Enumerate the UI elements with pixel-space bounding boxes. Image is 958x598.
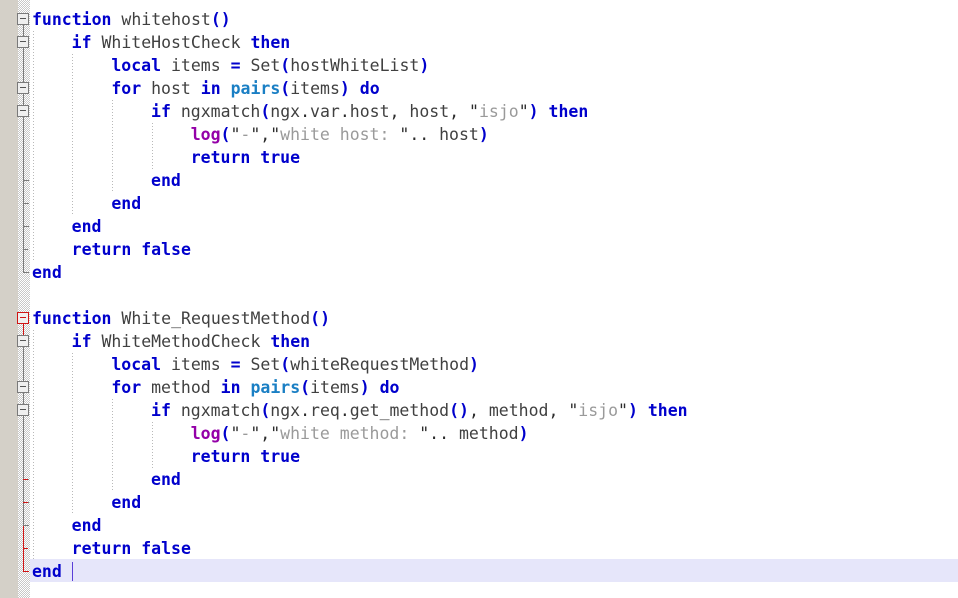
code-line[interactable]: local items = Set(hostWhiteList) <box>111 54 429 77</box>
code-surface[interactable]: function whitehost() if WhiteHostCheck th… <box>30 0 958 598</box>
fold-toggle-box[interactable] <box>17 82 29 94</box>
fold-minus-icon <box>20 41 26 42</box>
code-line[interactable]: function White_RequestMethod() <box>32 307 330 330</box>
code-line[interactable]: end <box>72 514 102 537</box>
fold-gutter[interactable] <box>0 0 30 598</box>
code-editor[interactable]: function whitehost() if WhiteHostCheck th… <box>0 0 958 598</box>
fold-minus-icon <box>20 87 26 88</box>
fold-toggle-box[interactable] <box>17 13 29 25</box>
indent-guide <box>151 123 153 169</box>
code-line[interactable]: for host in pairs(items) do <box>111 77 379 100</box>
code-line[interactable]: log("-","white method: ".. method) <box>191 422 529 445</box>
code-line[interactable]: end <box>32 560 62 583</box>
fold-minus-icon <box>20 317 26 318</box>
indent-guide <box>32 330 34 560</box>
fold-minus-icon <box>20 409 26 410</box>
indent-guide <box>32 31 34 261</box>
code-line[interactable]: end <box>151 468 181 491</box>
fold-branch-tick <box>23 479 28 480</box>
code-line[interactable]: end <box>32 261 62 284</box>
fold-end-elbow <box>23 571 29 572</box>
indent-guide <box>72 54 74 215</box>
fold-end-elbow <box>23 525 29 526</box>
gutter-background <box>0 0 18 598</box>
code-line[interactable]: end <box>111 192 141 215</box>
fold-toggle-box[interactable] <box>17 404 29 416</box>
fold-minus-icon <box>20 18 26 19</box>
fold-toggle-box[interactable] <box>17 36 29 48</box>
text-caret <box>71 562 73 581</box>
fold-toggle-box[interactable] <box>17 312 29 324</box>
code-line[interactable]: function whitehost() <box>32 8 231 31</box>
fold-branch-tick <box>23 548 28 549</box>
fold-connector-line <box>23 415 24 479</box>
code-line[interactable]: return false <box>72 238 191 261</box>
fold-minus-icon <box>20 110 26 111</box>
current-line-highlight <box>30 559 958 582</box>
fold-toggle-box[interactable] <box>17 381 29 393</box>
fold-branch-tick <box>23 502 28 503</box>
fold-minus-icon <box>20 386 26 387</box>
code-line[interactable]: log("-","white host: ".. host) <box>191 123 489 146</box>
fold-end-elbow <box>23 226 29 227</box>
fold-connector-line <box>23 116 24 180</box>
indent-guide <box>111 399 113 491</box>
code-line[interactable]: return true <box>191 146 300 169</box>
fold-branch-tick <box>23 249 28 250</box>
code-line[interactable]: if ngxmatch(ngx.var.host, host, "isjo") … <box>151 100 588 123</box>
indent-guide <box>151 422 153 468</box>
code-line[interactable]: end <box>111 491 141 514</box>
fold-minus-icon <box>20 340 26 341</box>
code-line[interactable]: if WhiteHostCheck then <box>72 31 291 54</box>
fold-end-elbow <box>23 272 29 273</box>
fold-branch-tick <box>23 180 28 181</box>
code-line[interactable]: return true <box>191 445 300 468</box>
indent-guide <box>111 100 113 192</box>
code-line[interactable]: end <box>151 169 181 192</box>
code-line[interactable]: local items = Set(whiteRequestMethod) <box>111 353 479 376</box>
fold-toggle-box[interactable] <box>17 335 29 347</box>
code-line[interactable]: if ngxmatch(ngx.req.get_method(), method… <box>151 399 688 422</box>
code-line[interactable]: if WhiteMethodCheck then <box>72 330 310 353</box>
code-line[interactable]: end <box>72 215 102 238</box>
code-line[interactable]: for method in pairs(items) do <box>111 376 399 399</box>
fold-toggle-box[interactable] <box>17 105 29 117</box>
indent-guide <box>72 353 74 514</box>
fold-branch-tick <box>23 203 28 204</box>
code-line[interactable]: return false <box>72 537 191 560</box>
